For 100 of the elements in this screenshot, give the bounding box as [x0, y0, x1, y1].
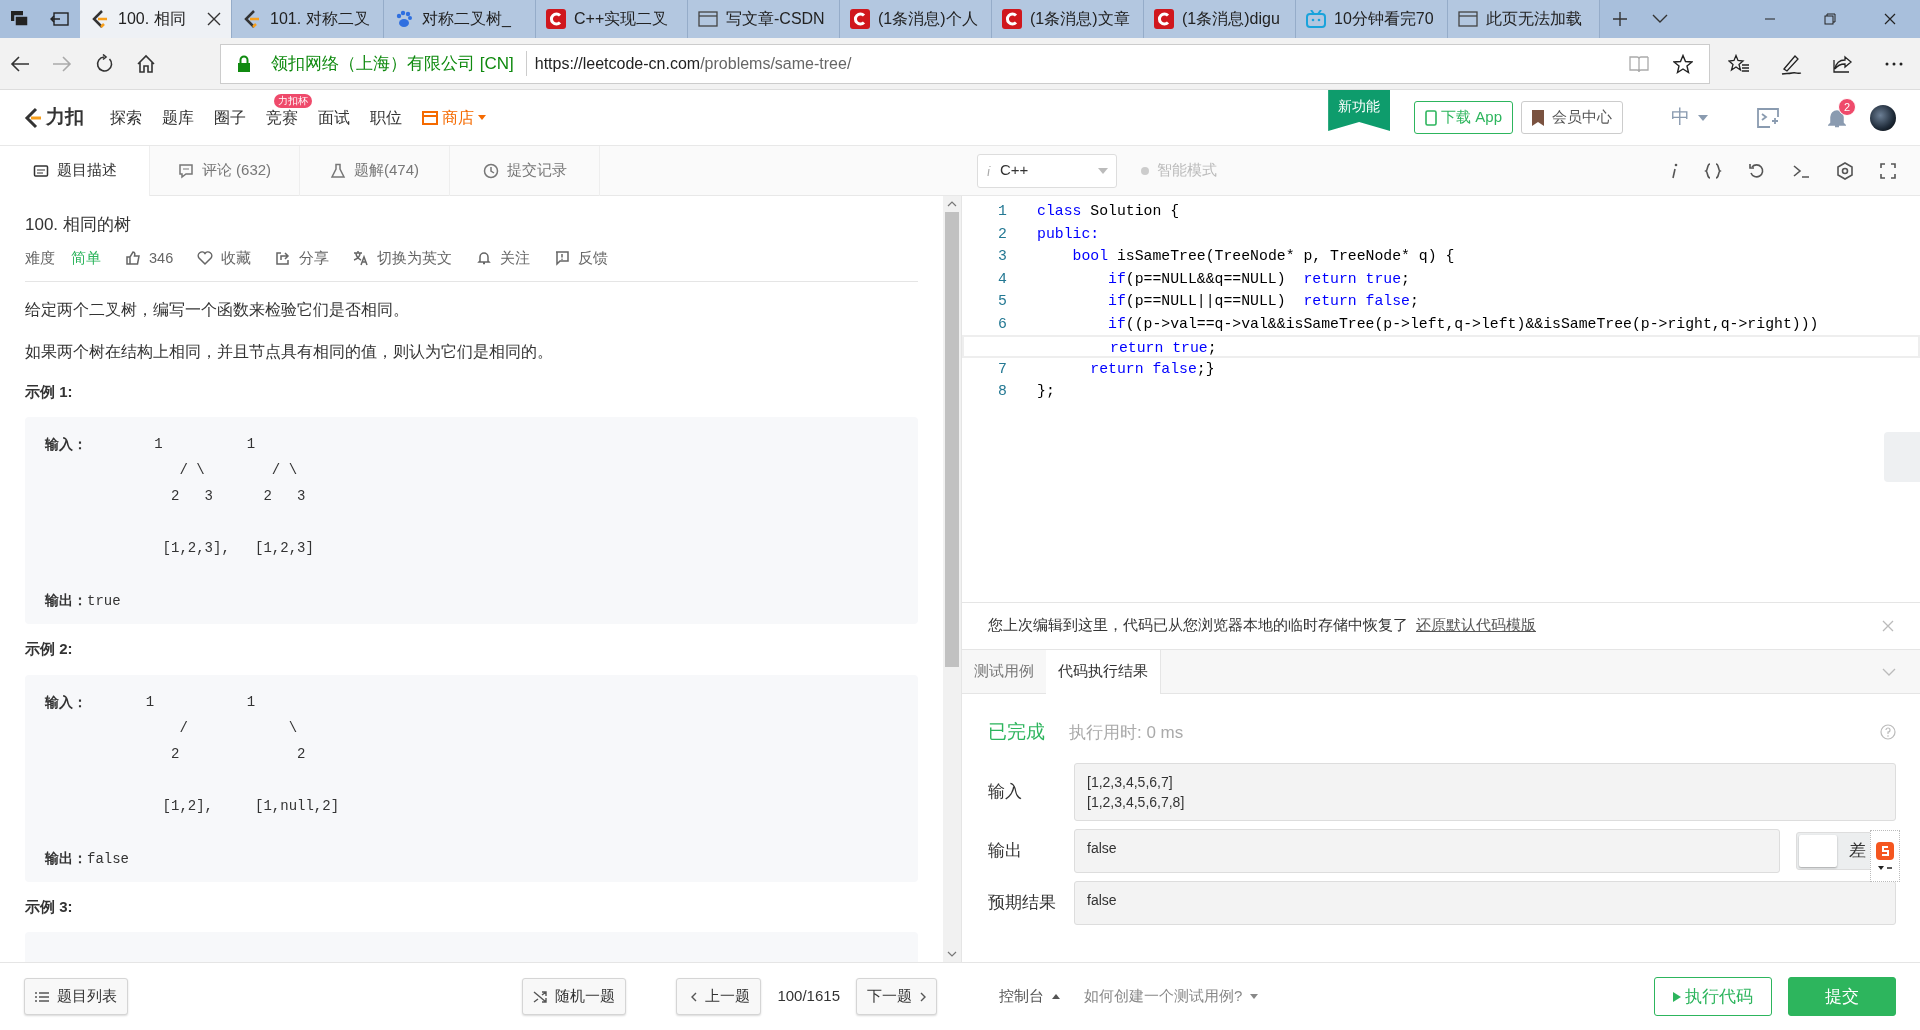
- new-feature-ribbon[interactable]: 新功能: [1328, 90, 1391, 131]
- browser-tab[interactable]: 对称二叉树_: [384, 0, 536, 38]
- tv-icon: [1306, 10, 1326, 28]
- help-link[interactable]: 如何创建一个测试用例?: [1084, 985, 1259, 1008]
- list-icon: [35, 990, 49, 1003]
- logo-icon: [90, 9, 110, 29]
- bell-icon[interactable]: [1828, 108, 1846, 129]
- browser-tab[interactable]: 10分钟看完70: [1296, 0, 1448, 38]
- c-logo-icon: [1002, 9, 1022, 29]
- favorites-icon[interactable]: [1728, 53, 1750, 74]
- chevron-down-icon[interactable]: [1652, 14, 1668, 24]
- browser-tab[interactable]: C++实现二叉: [536, 0, 688, 38]
- comment-icon: [177, 162, 194, 179]
- lock-icon: [237, 54, 251, 73]
- browser-tab[interactable]: 写文章-CSDN: [688, 0, 840, 38]
- fullscreen-icon[interactable]: [1880, 162, 1896, 179]
- star-icon[interactable]: [1673, 53, 1693, 74]
- problem-tab[interactable]: 提交记录: [450, 145, 600, 196]
- nav-link[interactable]: 面试: [308, 105, 360, 130]
- browser-tab[interactable]: 101. 对称二叉: [232, 0, 384, 38]
- caret-icon: [478, 115, 486, 120]
- thumbs-up-icon: [125, 250, 141, 267]
- flask-icon: [330, 162, 346, 179]
- description-text: 如果两个树在结构上相同，并且节点具有相同的值，则认为它们是相同的。: [25, 341, 554, 362]
- avatar[interactable]: [1870, 104, 1896, 131]
- nav-link[interactable]: 职位: [360, 105, 412, 130]
- browser-tab[interactable]: 100. 相同: [80, 0, 232, 38]
- next-button[interactable]: 下一题: [856, 978, 937, 1015]
- reset-icon[interactable]: [1748, 162, 1766, 179]
- example-title: 示例 3:: [25, 896, 74, 917]
- runtime-text: 执行用时: 0 ms: [1069, 721, 1184, 744]
- console-toggle[interactable]: 控制台: [999, 985, 1060, 1008]
- tab-manager-icon[interactable]: [10, 10, 30, 28]
- settings-icon[interactable]: [1836, 161, 1854, 180]
- code-line: class Solution {: [1037, 202, 1180, 221]
- terminal-icon[interactable]: [1792, 162, 1810, 179]
- nav-link[interactable]: 圈子: [204, 105, 256, 130]
- nav-link[interactable]: 探索: [100, 105, 152, 130]
- problem-tab[interactable]: 题目描述: [0, 145, 150, 196]
- nav-link[interactable]: 竞赛: [256, 105, 308, 130]
- back-arrow-icon[interactable]: [10, 54, 30, 73]
- output-value: true: [87, 593, 121, 610]
- notification-badge: 2: [1838, 98, 1857, 117]
- page-icon: [1458, 10, 1478, 28]
- site-logo-text[interactable]: 力扣: [46, 103, 84, 132]
- language-dropdown[interactable]: C++: [977, 153, 1117, 188]
- tab-back-icon[interactable]: [50, 10, 70, 28]
- vip-center-button[interactable]: 会员中心: [1521, 101, 1623, 134]
- action-link[interactable]: 切换为英文: [353, 247, 453, 270]
- address-bar[interactable]: 领扣网络（上海）有限公司 [CN] https://leetcode-cn.com/problems/same-tree/: [220, 43, 1710, 84]
- phone-icon: [1425, 109, 1438, 126]
- code-line: if(p==NULL||q==NULL) return false;: [1107, 292, 1419, 311]
- browser-tab[interactable]: (1条消息)digu: [1144, 0, 1296, 38]
- browser-tab[interactable]: (1条消息)文章: [992, 0, 1144, 38]
- nav-link[interactable]: 题库: [152, 105, 204, 130]
- action-link[interactable]: 分享: [275, 247, 330, 270]
- random-problem-button[interactable]: 随机一题: [522, 978, 627, 1015]
- action-link[interactable]: 关注: [476, 247, 531, 270]
- braces-icon[interactable]: [1704, 162, 1722, 179]
- problem-list-button[interactable]: 题目列表: [24, 978, 128, 1015]
- refresh-icon[interactable]: [94, 53, 114, 74]
- input-method-menu[interactable]: [1870, 829, 1900, 882]
- plus-icon[interactable]: [1612, 11, 1628, 27]
- restore-icon[interactable]: [1823, 12, 1837, 26]
- scroll-up-icon[interactable]: [947, 200, 957, 208]
- bookmark-icon: [1532, 109, 1544, 126]
- info-icon[interactable]: [1670, 162, 1678, 179]
- action-link[interactable]: 反馈: [554, 247, 609, 270]
- heart-icon: [197, 250, 214, 267]
- code-line: public:: [1037, 224, 1100, 244]
- scrollbar[interactable]: [943, 196, 961, 962]
- close-icon[interactable]: [1883, 12, 1897, 26]
- restore-notice-text: 您上次编辑到这里，代码已从您浏览器本地的临时存储中恢复了: [988, 616, 1408, 636]
- browser-tab[interactable]: 此页无法加载: [1448, 0, 1600, 38]
- output-value: false: [87, 850, 129, 867]
- problem-title: 100. 相同的树: [25, 214, 132, 236]
- scroll-down-icon[interactable]: [947, 950, 957, 958]
- restore-template-link[interactable]: 还原默认代码模版: [1416, 615, 1536, 637]
- difficulty-value: 简单: [71, 248, 101, 268]
- result-tab[interactable]: 代码执行结果: [1046, 649, 1161, 694]
- line-number: 3: [997, 247, 1008, 266]
- browser-tab[interactable]: (1条消息)个人: [840, 0, 992, 38]
- line-number: 7: [997, 359, 1008, 379]
- result-field: false: [1074, 880, 1896, 925]
- home-icon[interactable]: [136, 53, 156, 74]
- tree-diagram-text: 1 1 / \ 2 2 [1,2], [1,null,2]: [144, 692, 340, 816]
- action-link[interactable]: 346: [125, 247, 174, 270]
- previous-button[interactable]: 上一题: [676, 978, 762, 1015]
- c-logo-icon: [1154, 9, 1174, 29]
- caret-icon: [1878, 865, 1892, 870]
- problem-tab[interactable]: 评论 (632): [150, 145, 300, 196]
- close-icon[interactable]: [207, 12, 221, 26]
- caret-icon: [1098, 167, 1108, 174]
- output-label: 输出：: [45, 592, 87, 609]
- playground-icon[interactable]: [1756, 107, 1780, 128]
- result-tab[interactable]: 测试用例: [962, 649, 1046, 694]
- more-icon[interactable]: [1884, 60, 1904, 67]
- share-icon[interactable]: [1832, 53, 1854, 74]
- action-link[interactable]: 收藏: [197, 247, 252, 270]
- problem-tab[interactable]: 题解(474): [300, 145, 450, 196]
